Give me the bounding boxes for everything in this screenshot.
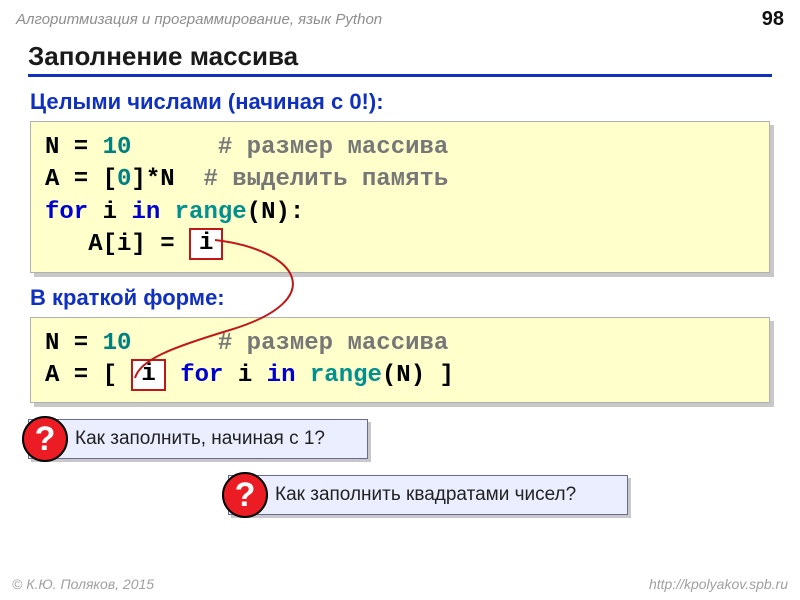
question-box-1: Как заполнить, начиная с 1? xyxy=(28,419,368,459)
code-text: i xyxy=(223,362,266,389)
breadcrumb: Алгоритмизация и программирование, язык … xyxy=(16,11,382,28)
code-text: = xyxy=(59,330,102,357)
code-keyword: for xyxy=(180,362,223,389)
code-keyword: in xyxy=(267,362,296,389)
code-text: A = [ xyxy=(45,166,117,193)
code-number: 10 xyxy=(103,330,132,357)
code-number: 10 xyxy=(103,134,132,161)
code-comment: # размер массива xyxy=(218,330,448,357)
question-mark-icon: ? xyxy=(222,472,268,518)
code-comment: # размер массива xyxy=(218,134,448,161)
code-block-2: N = 10 # размер массива A = [ i for i in… xyxy=(30,317,770,404)
highlight-box-i-2: i xyxy=(131,359,165,391)
question-row-1: ? Как заполнить, начиная с 1? xyxy=(28,419,368,459)
page-title: Заполнение массива xyxy=(28,41,772,77)
code-block-1: N = 10 # размер массива A = [0]*N # выде… xyxy=(30,121,770,273)
footer-author: © К.Ю. Поляков, 2015 xyxy=(12,576,154,592)
code-text: N xyxy=(45,134,59,161)
code-text: A = [ xyxy=(45,362,131,389)
subtitle-short-form: В краткой форме: xyxy=(30,285,772,311)
question-mark-icon: ? xyxy=(22,416,68,462)
question-row-2: ? Как заполнить квадратами чисел? xyxy=(228,475,628,515)
highlight-box-i-1: i xyxy=(189,228,223,260)
code-function: range xyxy=(175,199,247,226)
subtitle-integers: Целыми числами (начиная с 0!): xyxy=(30,89,772,115)
code-text: (N): xyxy=(247,199,305,226)
code-text: = xyxy=(59,134,102,161)
page-number: 98 xyxy=(762,8,784,31)
code-text: N xyxy=(45,330,59,357)
question-box-2: Как заполнить квадратами чисел? xyxy=(228,475,628,515)
code-number: 0 xyxy=(117,166,131,193)
code-text: ]*N xyxy=(131,166,174,193)
code-text: A[i] = xyxy=(45,231,189,258)
code-text: (N) ] xyxy=(382,362,454,389)
footer-url: http://kpolyakov.spb.ru xyxy=(649,576,788,592)
code-keyword: for xyxy=(45,199,88,226)
code-text: i xyxy=(103,199,117,226)
code-comment: # выделить память xyxy=(203,166,448,193)
code-function: range xyxy=(310,362,382,389)
code-keyword: in xyxy=(131,199,160,226)
